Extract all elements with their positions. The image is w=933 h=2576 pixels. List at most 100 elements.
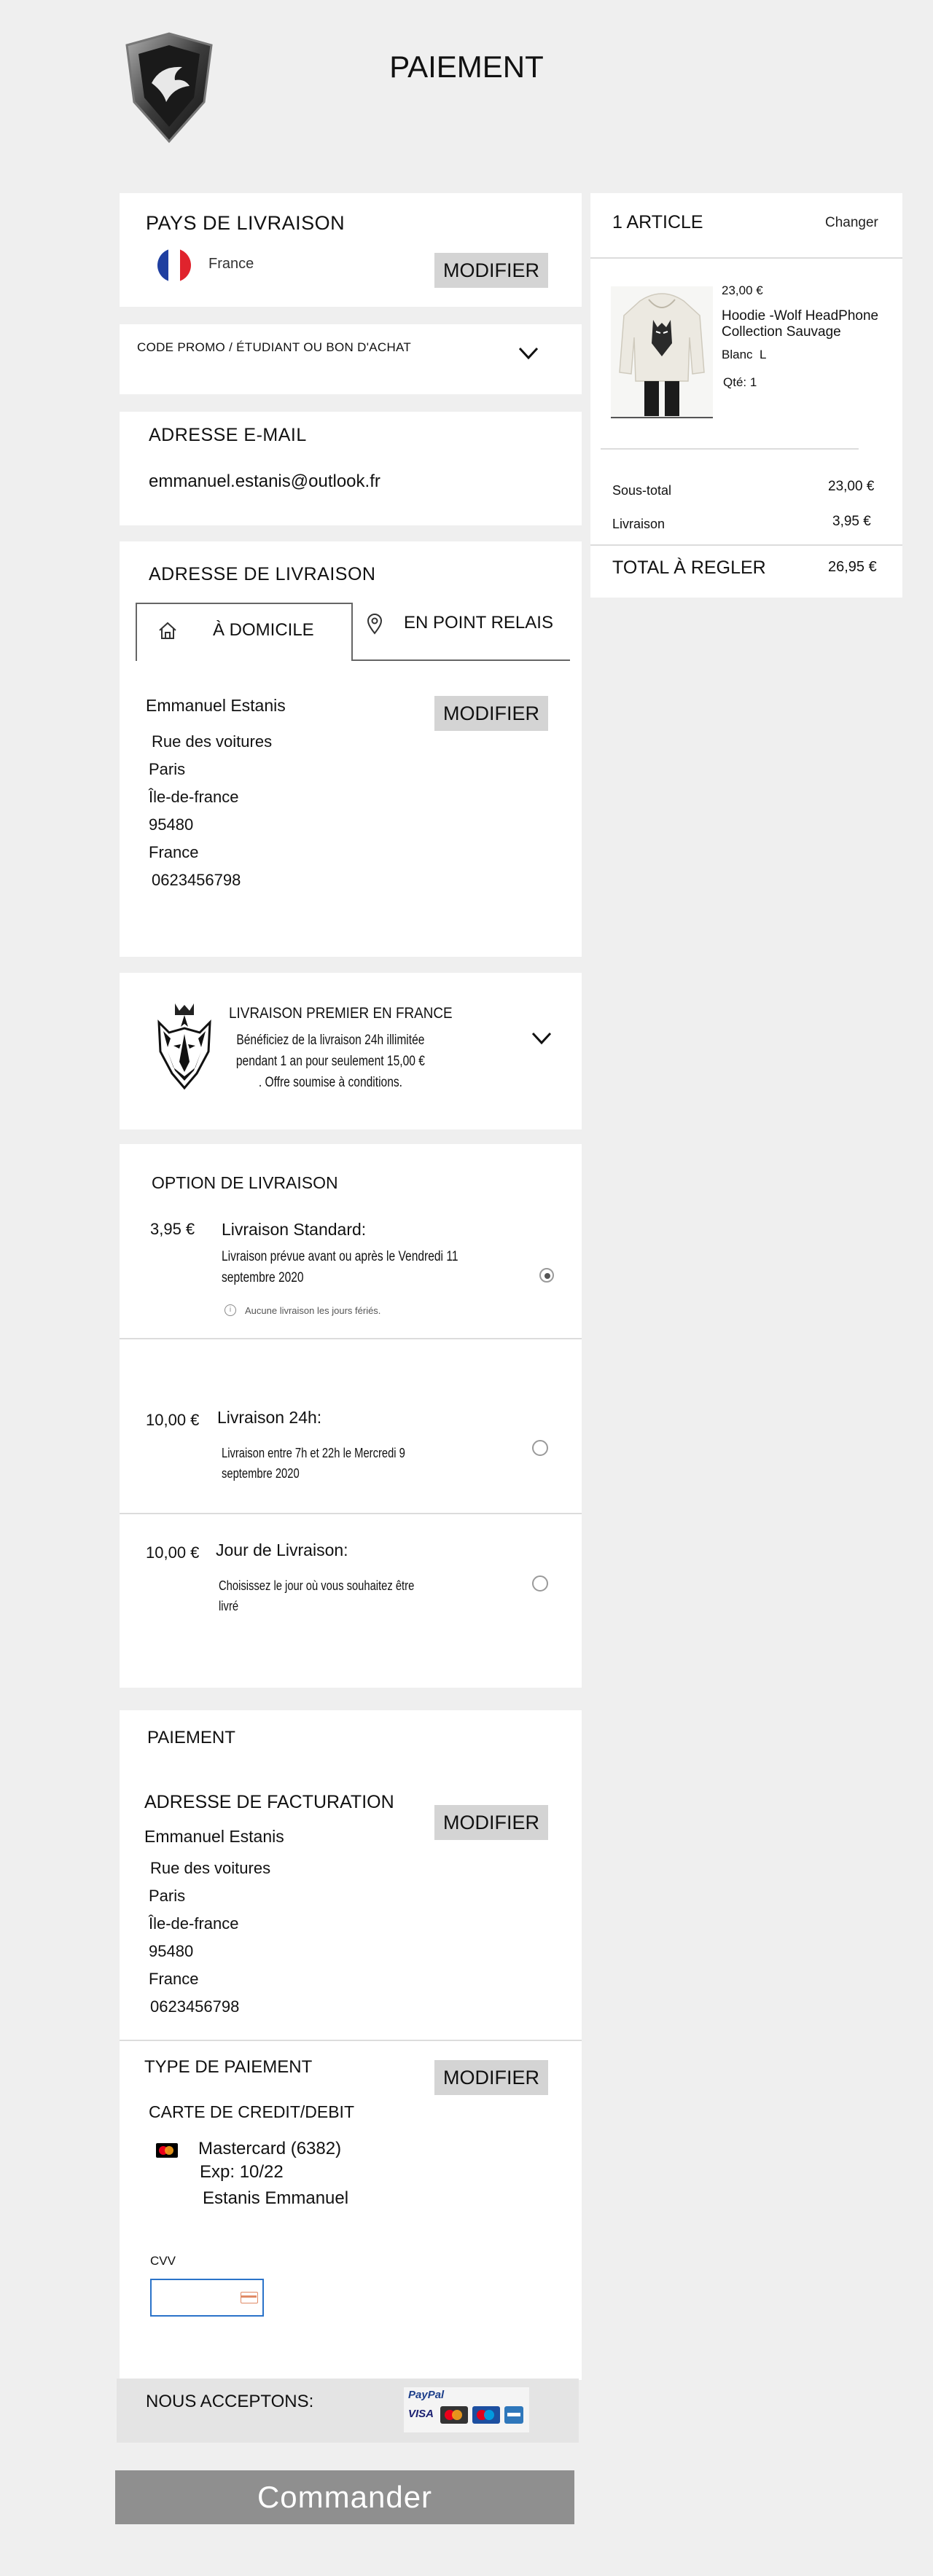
modify-shipping-button[interactable]: MODIFIER xyxy=(434,696,548,731)
subtotal-label: Sous-total xyxy=(612,483,672,498)
paypal-logo: PayPal xyxy=(408,2389,445,2401)
shipping-value: 3,95 € xyxy=(832,514,871,529)
payment-logos: PayPal VISA xyxy=(404,2387,529,2432)
premier-desc-line: Bénéficiez de la livraison 24h illimitée xyxy=(236,1033,425,1048)
modify-payment-type-button[interactable]: MODIFIER xyxy=(434,2060,548,2095)
subtotal-value: 23,00 € xyxy=(828,479,875,494)
option-description: Livraison prévue avant ou après le Vendr… xyxy=(222,1246,485,1288)
billing-postcode: 95480 xyxy=(149,1942,194,1960)
address-postcode: 95480 xyxy=(149,815,194,834)
product-image xyxy=(611,286,713,419)
shipping-label: Livraison xyxy=(612,517,665,531)
payment-heading: PAIEMENT xyxy=(147,1728,235,1747)
location-pin-icon xyxy=(366,613,383,638)
tab-home-delivery[interactable]: À DOMICILE xyxy=(136,603,353,661)
address-region: Île-de-france xyxy=(149,788,239,806)
tab-relay-label: EN POINT RELAIS xyxy=(404,613,553,633)
delivery-option-day[interactable]: 10,00 € Jour de Livraison: Choisissez le… xyxy=(120,1514,582,1682)
order-summary: 1 ARTICLE Changer 23,00 € Hoodie -Wolf H… xyxy=(590,193,902,598)
radio-standard[interactable] xyxy=(539,1268,554,1283)
accepted-payments: NOUS ACCEPTONS: PayPal VISA xyxy=(117,2379,579,2443)
promo-label: CODE PROMO / ÉTUDIANT OU BON D'ACHAT xyxy=(137,340,412,354)
country-value: France xyxy=(208,256,254,272)
premier-title: LIVRAISON PREMIER EN FRANCE xyxy=(229,1005,453,1022)
product-name-line: Collection Sauvage xyxy=(722,324,841,340)
info-icon: i xyxy=(225,1304,236,1316)
divider xyxy=(590,257,902,259)
chevron-down-icon xyxy=(518,346,539,364)
card-expiry: Exp: 10/22 xyxy=(200,2162,284,2182)
divider xyxy=(590,544,902,546)
summary-count: 1 ARTICLE xyxy=(612,212,703,232)
shipping-name: Emmanuel Estanis xyxy=(146,696,286,715)
country-card: PAYS DE LIVRAISON France MODIFIER xyxy=(120,193,582,307)
product-variant: Blanc L xyxy=(722,348,767,361)
card-heading: CARTE DE CREDIT/DEBIT xyxy=(149,2102,354,2121)
option-desc-line: Choisissez le jour où vous souhaitez êtr… xyxy=(219,1578,415,1593)
email-card: ADRESSE E-MAIL emmanuel.estanis@outlook.… xyxy=(120,412,582,525)
product-price: 23,00 € xyxy=(722,283,763,297)
option-desc-line: livré xyxy=(219,1599,239,1613)
email-heading: ADRESSE E-MAIL xyxy=(149,425,307,445)
accept-label: NOUS ACCEPTONS: xyxy=(146,2392,314,2411)
delivery-option-express[interactable]: 10,00 € Livraison 24h: Livraison entre 7… xyxy=(120,1339,582,1513)
amex-logo-icon xyxy=(504,2406,523,2424)
option-price: 10,00 € xyxy=(146,1543,200,1562)
option-description: Choisissez le jour où vous souhaitez êtr… xyxy=(219,1575,422,1616)
mastercard-icon xyxy=(156,2143,178,2158)
option-desc-line: Livraison entre 7h et 22h le Mercredi 9 xyxy=(222,1446,405,1460)
product-qty: Qté: 1 xyxy=(723,375,757,389)
cvv-input[interactable] xyxy=(156,2286,236,2309)
wolf-logo-icon xyxy=(153,1001,216,1095)
total-value: 26,95 € xyxy=(828,559,877,575)
radio-express[interactable] xyxy=(532,1440,548,1456)
premier-description: Bénéficiez de la livraison 24h illimitée… xyxy=(229,1030,432,1093)
payment-type-heading: TYPE DE PAIEMENT xyxy=(144,2057,313,2077)
tab-relay-point[interactable]: EN POINT RELAIS xyxy=(353,603,570,661)
visa-logo: VISA xyxy=(408,2408,434,2420)
chevron-down-icon xyxy=(531,1031,553,1049)
address-phone: 0623456798 xyxy=(152,871,241,889)
payment-card: PAIEMENT ADRESSE DE FACTURATION Emmanuel… xyxy=(120,1710,582,2380)
mastercard-logo-icon xyxy=(440,2406,468,2424)
total-label: TOTAL À REGLER xyxy=(612,557,766,578)
radio-day[interactable] xyxy=(532,1575,548,1592)
card-holder: Estanis Emmanuel xyxy=(203,2188,349,2208)
address-country: France xyxy=(149,843,199,861)
shipping-heading: ADRESSE DE LIVRAISON xyxy=(149,564,376,584)
cvv-field[interactable] xyxy=(150,2279,264,2317)
delivery-option-standard[interactable]: 3,95 € Livraison Standard: Livraison pré… xyxy=(120,1210,582,1316)
delivery-options-card: OPTION DE LIVRAISON 3,95 € Livraison Sta… xyxy=(120,1144,582,1688)
order-button[interactable]: Commander xyxy=(115,2470,574,2524)
option-desc-line: septembre 2020 xyxy=(222,1466,300,1481)
delivery-options-heading: OPTION DE LIVRAISON xyxy=(152,1173,338,1192)
modify-billing-button[interactable]: MODIFIER xyxy=(434,1805,548,1840)
billing-name: Emmanuel Estanis xyxy=(144,1827,284,1846)
option-name: Jour de Livraison: xyxy=(216,1540,348,1559)
option-name: Livraison Standard: xyxy=(222,1220,367,1239)
premier-desc-line: pendant 1 an pour seulement 15,00 € xyxy=(235,1054,425,1069)
option-note: Aucune livraison les jours fériés. xyxy=(245,1305,381,1316)
address-city: Paris xyxy=(149,760,186,778)
country-heading: PAYS DE LIVRAISON xyxy=(146,212,346,234)
premier-delivery-toggle[interactable]: LIVRAISON PREMIER EN FRANCE Bénéficiez d… xyxy=(120,973,582,1130)
card-cvv-icon xyxy=(241,2292,258,2303)
product-name: Hoodie -Wolf HeadPhone Collection Sauvag… xyxy=(722,308,878,340)
change-link[interactable]: Changer xyxy=(825,215,878,231)
promo-code-toggle[interactable]: CODE PROMO / ÉTUDIANT OU BON D'ACHAT xyxy=(120,324,582,394)
billing-phone: 0623456798 xyxy=(150,1997,240,2016)
shipping-address-lines: Rue des voitures Paris Île-de-france 954… xyxy=(149,728,272,894)
option-description: Livraison entre 7h et 22h le Mercredi 9 … xyxy=(222,1443,425,1484)
billing-city: Paris xyxy=(149,1887,186,1905)
modify-country-button[interactable]: MODIFIER xyxy=(434,253,548,288)
billing-street: Rue des voitures xyxy=(150,1859,271,1877)
email-value: emmanuel.estanis@outlook.fr xyxy=(149,471,380,491)
maestro-logo-icon xyxy=(472,2406,500,2424)
tab-home-label: À DOMICILE xyxy=(213,620,314,640)
shipping-address-card: ADRESSE DE LIVRAISON À DOMICILE EN POINT… xyxy=(120,541,582,957)
france-flag-icon xyxy=(157,248,191,282)
divider xyxy=(601,448,859,450)
option-desc-line: Livraison prévue avant ou après le Vendr… xyxy=(222,1249,458,1264)
cvv-label: CVV xyxy=(150,2254,176,2268)
billing-address-lines: Rue des voitures Paris Île-de-france 954… xyxy=(149,1855,270,2021)
